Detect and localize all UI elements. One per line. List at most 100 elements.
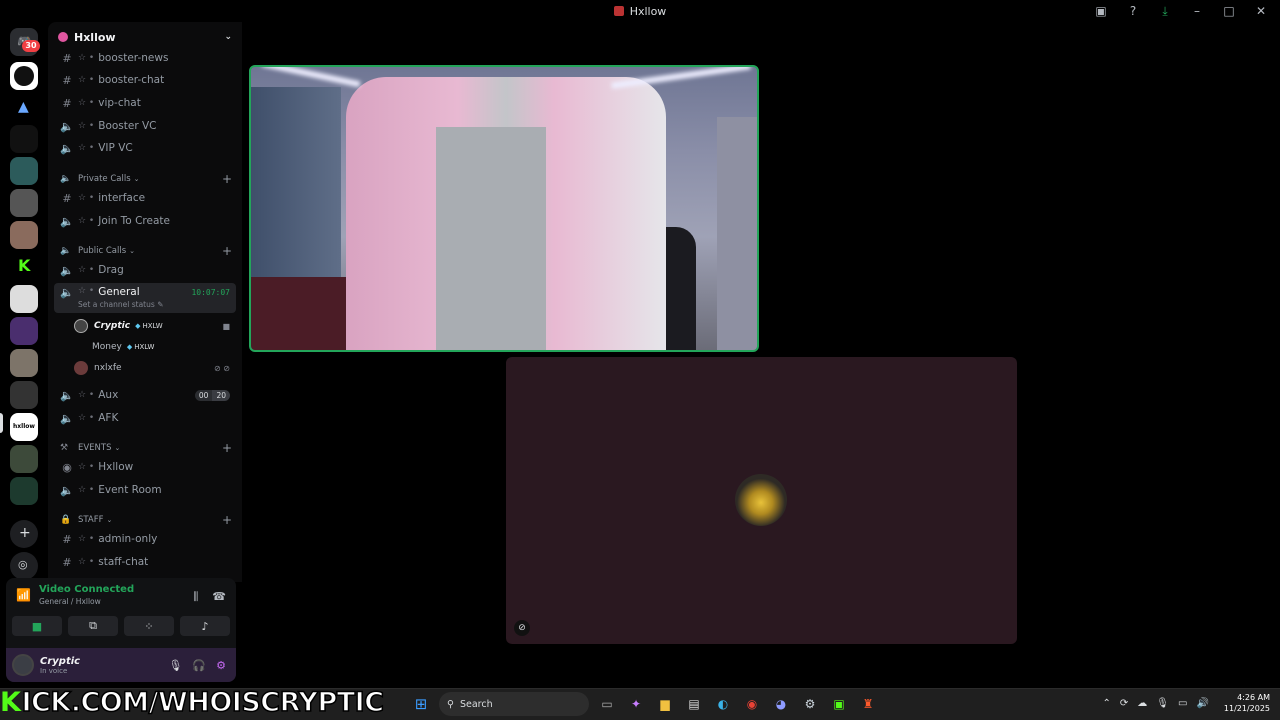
server-icon-1[interactable] [10,62,38,90]
maximize-button[interactable]: □ [1220,2,1238,20]
pencil-icon: ✎ [157,300,164,309]
headphones-icon[interactable]: 🎧 [192,659,206,672]
chevron-up-icon[interactable]: ⌃ [1103,698,1111,709]
windows-start-icon[interactable]: ⊞ [410,693,432,715]
channel-afk[interactable]: 🔈 ☆ • AFK [54,408,236,428]
kick-server-icon[interactable]: K [10,253,38,281]
clock[interactable]: 4:26 AM 11/21/2025 [1224,692,1270,714]
minimize-button[interactable]: – [1188,2,1206,20]
search-icon: ⚲ [447,698,454,710]
add-channel-icon[interactable]: + [222,244,232,258]
add-server-icon[interactable]: + [10,520,38,548]
speaker-icon: 🔈 [60,388,74,402]
volume-icon[interactable]: 🔊 [1196,698,1208,709]
user-tile[interactable]: ⊘ [506,357,1017,644]
username[interactable]: Cryptic [40,656,80,667]
category-events[interactable]: ⚒ EVENTS ⌄ + [54,440,236,456]
store-icon[interactable]: ▤ [683,693,705,715]
channel-event-room[interactable]: 🔈 ☆ • Event Room [54,480,236,500]
speaker-icon: 🔈 [60,263,74,277]
add-channel-icon[interactable]: + [222,513,232,527]
file-explorer-icon[interactable]: ▆ [654,693,676,715]
search-box[interactable]: ⚲ Search [439,692,589,716]
voice-user-name: Money [92,342,122,352]
system-tray: ⌃ ⟳ ☁ 🎙 ▭ 🔊 4:26 AM 11/21/2025 [1103,692,1271,714]
star-icon: ☆ • [78,53,95,63]
server-icon-11[interactable] [10,381,38,409]
category-private-calls[interactable]: 🔈 Private Calls ⌄ + [54,171,236,187]
server-icon-4[interactable] [10,157,38,185]
microphone-icon[interactable]: 🎙 [1156,698,1169,709]
voice-status-title[interactable]: Video Connected [39,584,134,595]
category-public-calls[interactable]: 🔈 Public Calls ⌄ + [54,243,236,259]
channel-vip-chat[interactable]: # ☆ • vip-chat [54,93,236,113]
channel-drag[interactable]: 🔈 ☆ • Drag [54,260,236,280]
server-icon-6[interactable] [10,221,38,249]
signal-icon[interactable]: 📶 [16,588,31,602]
taskbar-apps: ⊞ ⚲ Search ▭ ✦ ▆ ▤ ◐ ◉ ◕ ⚙ ▣ ♜ [410,692,879,716]
channel-admin-only[interactable]: # ☆ • admin-only [54,529,236,549]
edge-icon[interactable]: ◐ [712,693,734,715]
camera-background [717,117,757,350]
camera-subject [436,127,546,350]
guild-icon [58,32,68,42]
task-view-icon[interactable]: ▭ [596,693,618,715]
network-icon[interactable]: ▭ [1178,698,1187,709]
channel-hxllow-stage[interactable]: ◉ ☆ • Hxllow [54,457,236,477]
voice-user-nxlxfe[interactable]: nxlxfe ⊘ ⊘ [74,359,234,377]
clock-time: 4:26 AM [1237,693,1270,702]
activities-button[interactable]: ⁘ [124,616,174,636]
voice-location[interactable]: General / Hxllow [39,597,134,606]
discord-icon[interactable]: ◕ [770,693,792,715]
channel-general[interactable]: 🔈 ☆ • General 10:07:07 Set a channel statu… [54,283,236,313]
help-icon[interactable]: ? [1124,2,1142,20]
server-icon-5[interactable] [10,189,38,217]
disconnect-icon[interactable]: ☎ [212,590,226,604]
star-icon: ☆ • [78,193,95,203]
noise-suppression-icon[interactable]: ⫼ [193,590,198,604]
server-icon-2[interactable]: ▲ [10,94,38,122]
server-icon-10[interactable] [10,349,38,377]
camera-tile[interactable] [249,65,759,352]
channel-booster-chat[interactable]: # ☆ • booster-chat [54,70,236,90]
server-icon-8[interactable] [10,285,38,313]
channel-booster-vc[interactable]: 🔈 ☆ • Booster VC [54,116,236,136]
speaker-icon: 🔈 [60,483,74,497]
close-button[interactable]: ✕ [1252,2,1270,20]
server-icon-14[interactable] [10,477,38,505]
category-staff[interactable]: 🔒 STAFF ⌄ + [54,512,236,528]
camera-button[interactable]: ■ [12,616,62,636]
channel-vip-vc[interactable]: 🔈 ☆ • VIP VC [54,138,236,158]
channel-status[interactable]: Set a channel status ✎ [78,300,163,309]
avatar[interactable] [12,654,34,676]
screen-share-button[interactable]: ⧉ [68,616,118,636]
chevron-down-icon: ⌄ [114,444,121,452]
cloud-icon[interactable]: ☁ [1137,698,1147,709]
channel-booster-news[interactable]: # ☆ • booster-news [54,48,236,68]
add-channel-icon[interactable]: + [222,172,232,186]
user-controls: 🎙 🎧 ⚙ [168,659,226,672]
steam-icon[interactable]: ⚙ [799,693,821,715]
soundboard-button[interactable]: ♪ [180,616,230,636]
server-icon-9[interactable] [10,317,38,345]
discover-icon[interactable]: ◎ [10,552,38,580]
microphone-icon[interactable]: 🎙 [168,659,182,672]
voice-user-cryptic[interactable]: Cryptic ◆ HXLW ■ [74,317,234,335]
download-icon[interactable]: ⤓ [1156,2,1174,20]
channel-join-to-create[interactable]: 🔈 ☆ • Join To Create [54,211,236,231]
hxllow-server-icon[interactable]: hxllow [10,413,38,441]
app-icon[interactable]: ▣ [828,693,850,715]
brave-icon[interactable]: ♜ [857,693,879,715]
channel-aux[interactable]: 🔈 ☆ • Aux 00 20 [54,385,236,405]
sync-icon[interactable]: ⟳ [1120,698,1128,709]
channel-interface[interactable]: # ☆ • interface [54,188,236,208]
channel-staff-chat[interactable]: # ☆ • staff-chat [54,552,236,572]
server-icon-3[interactable] [10,125,38,153]
voice-user-money[interactable]: Money ◆ HXLW [74,338,234,356]
copilot-icon[interactable]: ✦ [625,693,647,715]
gear-icon[interactable]: ⚙ [216,659,226,672]
add-channel-icon[interactable]: + [222,441,232,455]
chrome-icon[interactable]: ◉ [741,693,763,715]
inbox-icon[interactable]: ▣ [1092,2,1110,20]
server-icon-13[interactable] [10,445,38,473]
